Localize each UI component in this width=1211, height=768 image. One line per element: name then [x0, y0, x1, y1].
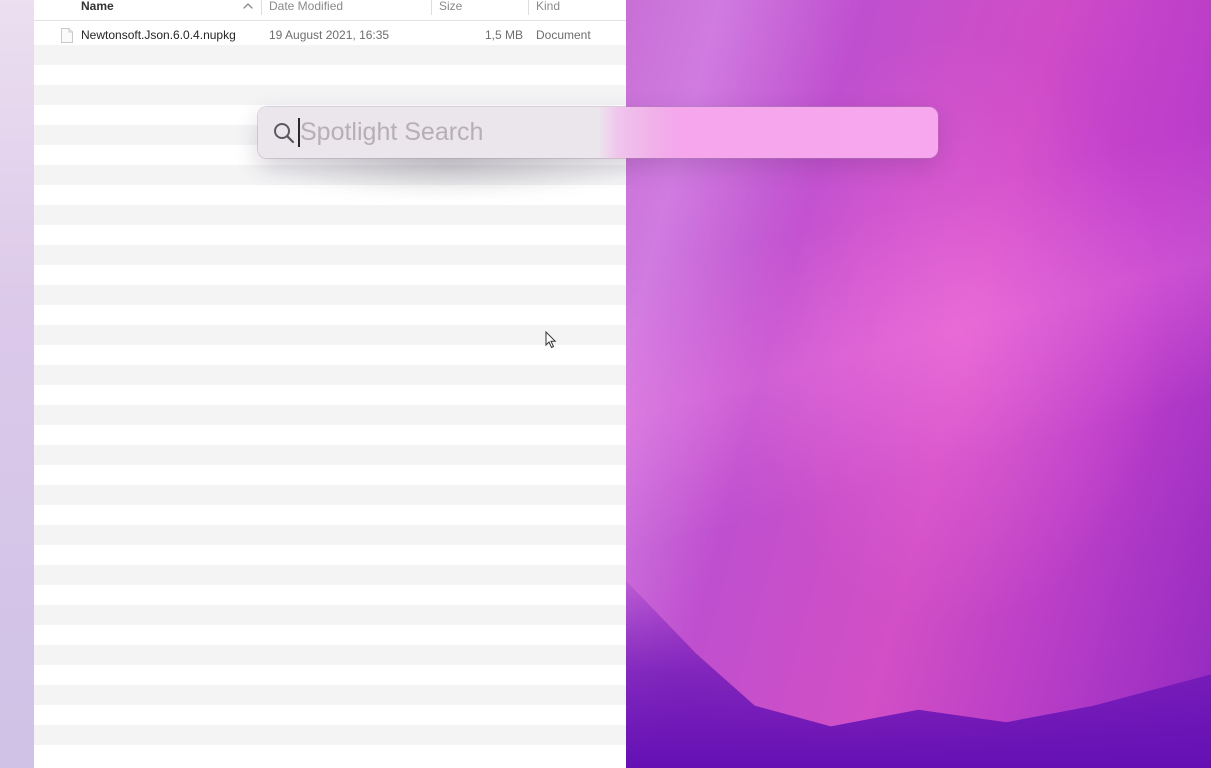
- empty-row: [34, 725, 626, 745]
- spotlight-search-input[interactable]: [300, 113, 900, 152]
- empty-row: [34, 445, 626, 465]
- column-header-name[interactable]: Name: [81, 0, 261, 20]
- desktop-wallpaper-left: [0, 0, 34, 768]
- spotlight-search-bar[interactable]: [258, 107, 938, 158]
- empty-row: [34, 665, 626, 685]
- list-header: Name Date Modified Size Kind: [34, 0, 626, 21]
- empty-row: [34, 205, 626, 225]
- search-icon: [272, 121, 296, 145]
- empty-row: [34, 285, 626, 305]
- empty-row: [34, 505, 626, 525]
- empty-row: [34, 525, 626, 545]
- empty-row: [34, 625, 626, 645]
- file-date-modified: 19 August 2021, 16:35: [269, 28, 390, 42]
- empty-row: [34, 485, 626, 505]
- empty-row: [34, 425, 626, 445]
- empty-row: [34, 225, 626, 245]
- empty-row: [34, 345, 626, 365]
- empty-row: [34, 65, 626, 85]
- column-header-size[interactable]: Size: [439, 0, 462, 20]
- column-divider[interactable]: [431, 0, 432, 15]
- empty-row: [34, 585, 626, 605]
- empty-row: [34, 705, 626, 725]
- file-name: Newtonsoft.Json.6.0.4.nupkg: [81, 28, 236, 42]
- empty-row: [34, 325, 626, 345]
- empty-row: [34, 385, 626, 405]
- desktop: Name Date Modified Size Kind Newtonsoft.…: [0, 0, 1211, 768]
- empty-row: [34, 245, 626, 265]
- empty-row: [34, 545, 626, 565]
- empty-row: [34, 265, 626, 285]
- column-header-date-modified[interactable]: Date Modified: [269, 0, 343, 20]
- empty-row: [34, 365, 626, 385]
- empty-row: [34, 305, 626, 325]
- empty-row: [34, 645, 626, 665]
- file-size: 1,5 MB: [484, 28, 523, 42]
- empty-row: [34, 45, 626, 65]
- empty-row: [34, 465, 626, 485]
- file-kind: Document: [536, 28, 591, 42]
- column-header-kind[interactable]: Kind: [536, 0, 560, 20]
- column-divider[interactable]: [261, 0, 262, 15]
- sort-ascending-icon[interactable]: [242, 0, 254, 12]
- empty-row: [34, 565, 626, 585]
- empty-row: [34, 405, 626, 425]
- file-row[interactable]: Newtonsoft.Json.6.0.4.nupkg 19 August 20…: [34, 25, 626, 45]
- document-icon: [60, 28, 74, 43]
- empty-row: [34, 605, 626, 625]
- empty-row: [34, 685, 626, 705]
- empty-row: [34, 85, 626, 105]
- column-divider[interactable]: [528, 0, 529, 15]
- empty-row: [34, 745, 626, 765]
- mouse-pointer-icon: [545, 330, 557, 349]
